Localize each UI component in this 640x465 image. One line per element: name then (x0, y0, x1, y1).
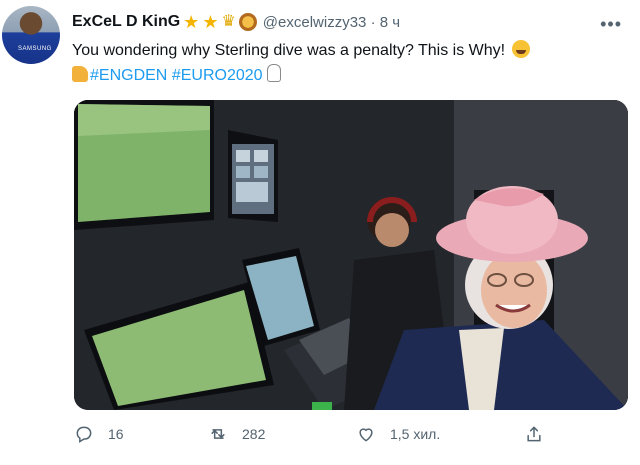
avatar-jersey-text: SAMSUNG (18, 46, 52, 52)
retweet-icon (211, 429, 225, 439)
tweet-header: ExCeL D KinG ★ ★ ♛ @excelwizzy33 · 8 ч (72, 10, 400, 34)
reply-count: 16 (108, 426, 124, 442)
star-icon: ★ (183, 12, 200, 32)
retweet-action[interactable]: 282 (208, 424, 265, 444)
hashtag-engden[interactable]: #ENGDEN (90, 67, 167, 84)
tweet-media-image[interactable] (74, 100, 628, 410)
thumbs-up-emoji (72, 66, 88, 82)
hashtag-euro2020[interactable]: #EURO2020 (172, 67, 263, 84)
time-separator: · (370, 13, 376, 31)
like-count: 1,5 хил. (390, 426, 441, 442)
share-icon (527, 426, 541, 442)
tweet-main-text: You wondering why Sterling dive was a pe… (72, 42, 506, 59)
media-illustration (74, 100, 628, 410)
laughing-emoji (511, 40, 530, 58)
heart-icon (359, 428, 373, 442)
crown-icon: ♛ (221, 13, 236, 30)
sticker-icon (266, 64, 281, 82)
author-handle[interactable]: @excelwizzy33 (263, 14, 367, 31)
more-options-icon[interactable]: ••• (600, 14, 622, 35)
share-action[interactable] (524, 424, 558, 444)
star-icon: ★ (202, 12, 219, 32)
like-action[interactable]: 1,5 хил. (356, 424, 440, 444)
lion-icon (238, 13, 257, 31)
reply-icon (76, 426, 92, 443)
author-name[interactable]: ExCeL D KinG (72, 13, 180, 31)
reply-action[interactable]: 16 (74, 424, 124, 444)
tweet-text: You wondering why Sterling dive was a pe… (72, 38, 632, 88)
retweet-count: 282 (242, 426, 266, 442)
author-avatar[interactable]: SAMSUNG (2, 6, 60, 64)
tweet-time[interactable]: 8 ч (380, 14, 400, 31)
tweet-actions: 16 282 1,5 хил. (74, 424, 554, 452)
